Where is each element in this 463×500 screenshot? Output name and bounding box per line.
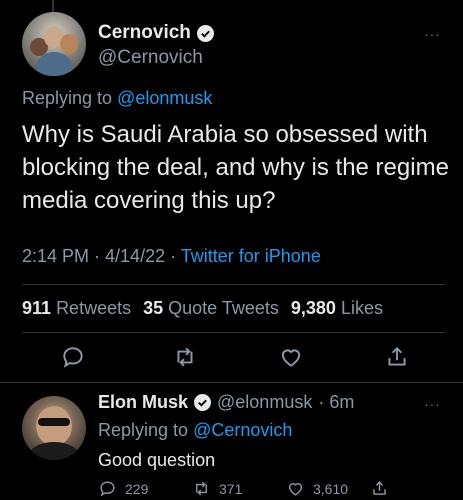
- reply-share-action[interactable]: [370, 479, 389, 498]
- retweet-icon: [196, 481, 207, 496]
- reply-actions: 229 371 3,610: [98, 479, 463, 499]
- replying-to-prefix: Replying to: [22, 88, 113, 108]
- retweet-count: 371: [219, 480, 243, 497]
- tweet-text: Why is Saudi Arabia so obsessed with blo…: [22, 121, 449, 214]
- share-icon: [373, 481, 386, 495]
- quotes-count: 35: [143, 298, 164, 318]
- reply-author-row[interactable]: Elon Musk @elonmusk · 6m: [98, 392, 354, 413]
- reply-text: Good question: [98, 450, 216, 470]
- author-name-row[interactable]: Cernovich: [98, 22, 214, 44]
- reply-replying-mention[interactable]: @Cernovich: [193, 420, 292, 440]
- replying-to-mention[interactable]: @elonmusk: [117, 88, 212, 108]
- reply-icon: [100, 481, 115, 497]
- tweet-client[interactable]: Twitter for iPhone: [181, 246, 321, 266]
- like-icon: [288, 483, 303, 496]
- reply-count: 229: [125, 480, 149, 497]
- author-name[interactable]: Cernovich: [98, 22, 191, 44]
- like-count: 3,610: [313, 480, 349, 497]
- reply-icon[interactable]: [60, 344, 86, 370]
- share-icon[interactable]: [384, 344, 410, 370]
- reply-author-name[interactable]: Elon Musk: [98, 392, 188, 413]
- retweets-count: 911: [22, 298, 52, 318]
- likes-stat[interactable]: 9,380 Likes: [291, 298, 383, 319]
- reply-like-action[interactable]: 3,610: [286, 479, 348, 498]
- avatar[interactable]: [22, 396, 86, 460]
- divider: [0, 382, 463, 383]
- retweets-stat[interactable]: 911 Retweets: [22, 298, 131, 319]
- thread-line: [52, 0, 54, 12]
- more-options-icon[interactable]: ···: [424, 396, 441, 412]
- tweet-actions: [0, 344, 463, 372]
- reply-author-handle[interactable]: @elonmusk: [217, 392, 312, 413]
- like-icon[interactable]: [278, 344, 304, 370]
- more-options-icon[interactable]: ···: [424, 26, 441, 42]
- likes-label: Likes: [340, 298, 383, 318]
- avatar[interactable]: [22, 12, 86, 76]
- tweet-meta: 2:14 PM · 4/14/22 · Twitter for iPhone: [22, 246, 321, 267]
- reply-time[interactable]: · 6m: [318, 392, 354, 413]
- retweet-icon[interactable]: [172, 344, 198, 370]
- divider: [22, 332, 445, 333]
- quotes-stat[interactable]: 35 Quote Tweets: [143, 298, 279, 319]
- verified-badge-icon: [194, 394, 212, 411]
- likes-count: 9,380: [290, 298, 336, 318]
- verified-badge-icon: [196, 24, 214, 42]
- tweet-stats: 911 Retweets 35 Quote Tweets 9,380 Likes: [22, 298, 383, 319]
- replying-to: Replying to @elonmusk: [22, 88, 212, 109]
- reply-reply-action[interactable]: 229: [98, 479, 148, 498]
- reply-replying-prefix: Replying to: [98, 420, 189, 440]
- quotes-label: Quote Tweets: [168, 298, 279, 318]
- retweets-label: Retweets: [56, 298, 132, 318]
- reply-retweet-action[interactable]: 371: [192, 479, 242, 498]
- author-handle[interactable]: @Cernovich: [98, 47, 203, 69]
- reply-replying-to: Replying to @Cernovich: [98, 420, 292, 441]
- tweet-time[interactable]: 2:14 PM · 4/14/22 ·: [22, 246, 181, 266]
- divider: [22, 284, 445, 285]
